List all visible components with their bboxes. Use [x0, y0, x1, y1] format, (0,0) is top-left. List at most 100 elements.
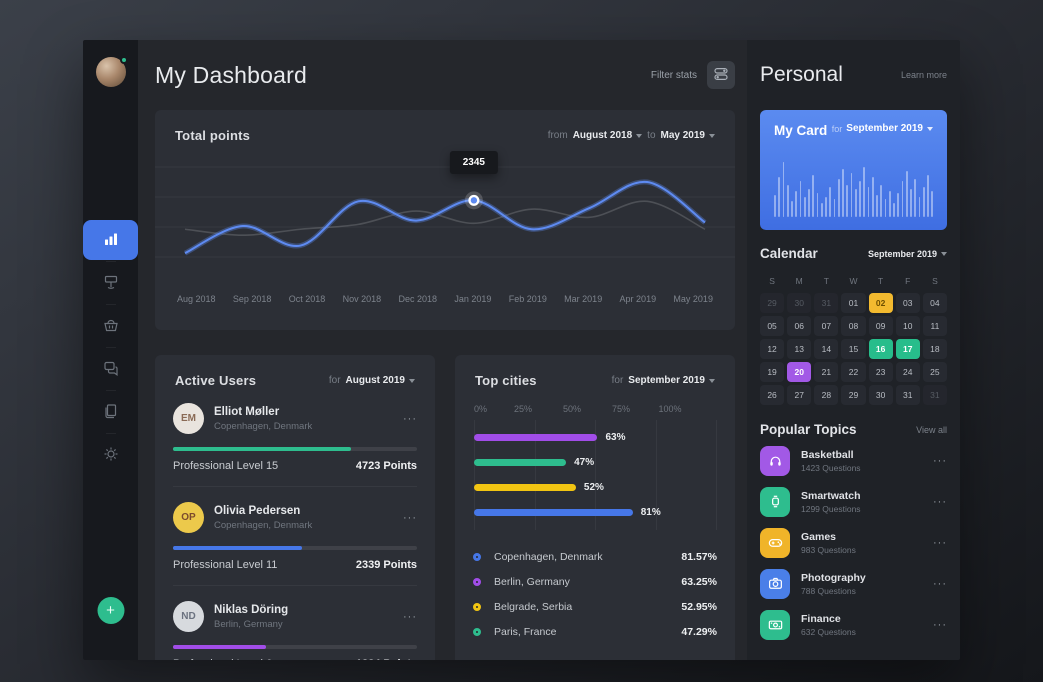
nav-divider: [106, 304, 116, 305]
calendar-date[interactable]: 08: [841, 316, 865, 336]
calendar-period-dropdown[interactable]: September 2019: [868, 249, 947, 259]
period-value: August 2019: [346, 375, 405, 386]
legend-city: Belgrade, Serbia: [494, 601, 681, 613]
topic-row[interactable]: Photography788 Questions···: [760, 566, 947, 601]
sidebar-item-messages[interactable]: [83, 349, 138, 389]
topic-menu-button[interactable]: ···: [933, 455, 947, 467]
active-users-period-dropdown[interactable]: August 2019: [346, 375, 415, 386]
to-date-dropdown[interactable]: May 2019: [661, 130, 715, 141]
calendar-date[interactable]: 06: [787, 316, 811, 336]
main-content: My Dashboard Filter stats: [138, 40, 747, 660]
calendar-date[interactable]: 30: [869, 385, 893, 405]
personal-panel: Personal Learn more My Card for Septembe…: [747, 40, 960, 660]
my-card-period-dropdown[interactable]: September 2019: [846, 123, 933, 134]
calendar-date[interactable]: 28: [814, 385, 838, 405]
my-card[interactable]: My Card for September 2019: [760, 110, 947, 230]
top-cities-title: Top cities: [475, 373, 537, 388]
user-avatar[interactable]: [96, 57, 126, 87]
calendar-date[interactable]: 31: [896, 385, 920, 405]
city-bar-row: 52%: [474, 482, 699, 493]
total-points-chart[interactable]: 2345: [155, 149, 735, 284]
divider: [173, 585, 417, 586]
user-level: Professional Level 11: [173, 559, 277, 571]
gear-icon: [102, 445, 120, 466]
calendar-date[interactable]: 17: [896, 339, 920, 359]
date-range: from August 2018 to May 2019: [548, 130, 715, 141]
calendar-date[interactable]: 11: [923, 316, 947, 336]
top-cities-period-dropdown[interactable]: September 2019: [628, 375, 715, 386]
sidebar-item-settings[interactable]: [83, 435, 138, 475]
to-label: to: [647, 130, 655, 141]
calendar-date[interactable]: 25: [923, 362, 947, 382]
calendar-date[interactable]: 12: [760, 339, 784, 359]
view-all-link[interactable]: View all: [916, 425, 947, 435]
learn-more-link[interactable]: Learn more: [901, 70, 947, 80]
equalizer-bar: [829, 187, 831, 217]
add-button[interactable]: +: [97, 597, 124, 624]
calendar-date[interactable]: 22: [841, 362, 865, 382]
calendar-date[interactable]: 13: [787, 339, 811, 359]
calendar-date[interactable]: 18: [923, 339, 947, 359]
topic-row[interactable]: Games983 Questions···: [760, 525, 947, 560]
smartwatch-icon: [760, 487, 790, 517]
calendar-date[interactable]: 03: [896, 293, 920, 313]
x-axis-label: Aug 2018: [177, 294, 216, 304]
calendar-date[interactable]: 31: [814, 293, 838, 313]
sidebar-item-dashboard[interactable]: [83, 220, 138, 260]
calendar-date[interactable]: 14: [814, 339, 838, 359]
active-users-title: Active Users: [175, 373, 256, 388]
cards-row: Active Users for August 2019 EMElliot Mø…: [155, 355, 735, 660]
calendar-date[interactable]: 20: [787, 362, 811, 382]
equalizer-bar: [834, 199, 836, 217]
city-bar[interactable]: [474, 484, 576, 491]
calendar-date[interactable]: 02: [869, 293, 893, 313]
nav-divider: [106, 390, 116, 391]
calendar-date[interactable]: 21: [814, 362, 838, 382]
active-users-period: for August 2019: [329, 375, 415, 386]
filter-stats-button[interactable]: [707, 61, 735, 89]
calendar-date[interactable]: 23: [869, 362, 893, 382]
calendar-date[interactable]: 26: [760, 385, 784, 405]
city-bar[interactable]: [474, 459, 566, 466]
calendar-date[interactable]: 24: [896, 362, 920, 382]
city-bar-row: 47%: [474, 457, 699, 468]
topic-menu-button[interactable]: ···: [933, 496, 947, 508]
from-date-dropdown[interactable]: August 2018: [573, 130, 642, 141]
equalizer-bar: [923, 187, 925, 217]
city-bar[interactable]: [474, 509, 633, 516]
calendar-date[interactable]: 30: [787, 293, 811, 313]
calendar-date[interactable]: 27: [787, 385, 811, 405]
calendar-date[interactable]: 09: [869, 316, 893, 336]
calendar-date[interactable]: 16: [869, 339, 893, 359]
calendar-date[interactable]: 31: [923, 385, 947, 405]
calendar-date[interactable]: 29: [760, 293, 784, 313]
headphones-icon: [760, 446, 790, 476]
calendar-date[interactable]: 07: [814, 316, 838, 336]
topic-row[interactable]: Finance632 Questions···: [760, 607, 947, 642]
sidebar-item-shop[interactable]: [83, 306, 138, 346]
topic-row[interactable]: Smartwatch1299 Questions···: [760, 484, 947, 519]
x-axis-label: Apr 2019: [620, 294, 657, 304]
calendar-date[interactable]: 19: [760, 362, 784, 382]
calendar-date[interactable]: 15: [841, 339, 865, 359]
user-menu-button[interactable]: ···: [403, 611, 417, 623]
topic-menu-button[interactable]: ···: [933, 537, 947, 549]
city-bar[interactable]: [474, 434, 597, 441]
calendar-date[interactable]: 29: [841, 385, 865, 405]
calendar-date[interactable]: 01: [841, 293, 865, 313]
my-card-header: My Card for September 2019: [774, 123, 933, 138]
sidebar-item-documents[interactable]: [83, 392, 138, 432]
topic-questions: 1423 Questions: [801, 463, 933, 473]
x-tick-label: 100%: [658, 404, 681, 414]
calendar-date[interactable]: 05: [760, 316, 784, 336]
sidebar-item-roadmap[interactable]: [83, 263, 138, 303]
calendar-date[interactable]: 04: [923, 293, 947, 313]
calendar-date[interactable]: 10: [896, 316, 920, 336]
user-menu-button[interactable]: ···: [403, 512, 417, 524]
user-menu-button[interactable]: ···: [403, 413, 417, 425]
equalizer-bar: [910, 189, 912, 217]
topic-menu-button[interactable]: ···: [933, 578, 947, 590]
topic-menu-button[interactable]: ···: [933, 619, 947, 631]
topic-row[interactable]: Basketball1423 Questions···: [760, 443, 947, 478]
divider: [173, 486, 417, 487]
